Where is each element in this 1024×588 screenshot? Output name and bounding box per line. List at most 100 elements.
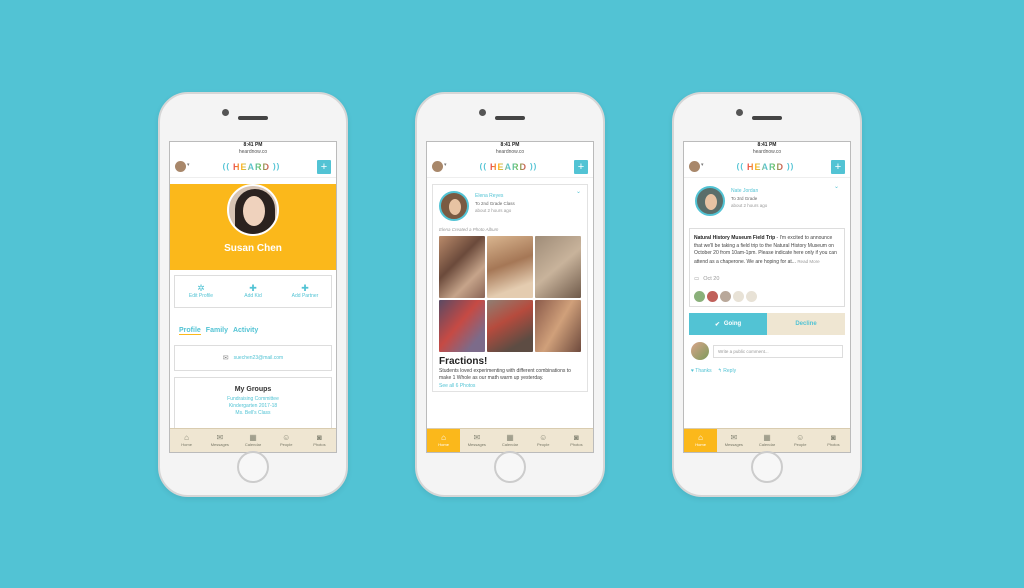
add-button[interactable]: + bbox=[830, 159, 845, 174]
logo-text: HEARD bbox=[232, 161, 270, 172]
thanks-button[interactable]: ♥ Thanks bbox=[691, 368, 712, 374]
messages-icon: ✉ bbox=[473, 433, 481, 442]
camera-icon: ◙ bbox=[573, 433, 579, 442]
add-button[interactable]: + bbox=[316, 159, 331, 174]
group-link[interactable]: Kindergarten 2017-18 bbox=[175, 403, 331, 410]
tab-photos[interactable]: ◙ Photos bbox=[817, 429, 850, 452]
tab-calendar[interactable]: ▦ Calendar bbox=[236, 429, 269, 452]
going-button[interactable]: ✔ Going bbox=[689, 313, 767, 335]
tab-home[interactable]: ⌂ Home bbox=[684, 429, 718, 452]
author-avatar[interactable] bbox=[439, 191, 469, 221]
post-body: Students loved experimenting with differ… bbox=[439, 368, 571, 381]
group-link[interactable]: Fundraising Committee bbox=[175, 396, 331, 403]
decline-button[interactable]: Decline bbox=[767, 313, 845, 335]
add-partner-button[interactable]: ✚ Add Partner bbox=[279, 276, 331, 307]
attendee-avatar[interactable] bbox=[720, 291, 731, 302]
tab-profile[interactable]: Profile bbox=[179, 327, 201, 335]
post-time: about 2 hours ago bbox=[475, 208, 512, 213]
status-url: heardnow.co bbox=[238, 149, 268, 155]
tab-label: Photos bbox=[827, 442, 840, 447]
tab-activity[interactable]: Activity bbox=[233, 327, 258, 335]
photo-grid bbox=[439, 236, 581, 352]
profile-header: Susan Chen bbox=[170, 184, 336, 270]
home-button[interactable] bbox=[237, 451, 269, 483]
add-button[interactable]: + bbox=[573, 159, 588, 174]
wave-right-icon: )) bbox=[787, 162, 795, 171]
plus-icon: ✚ bbox=[301, 283, 309, 293]
photo-thumbnail[interactable] bbox=[487, 236, 533, 298]
tab-messages[interactable]: ✉ Messages bbox=[203, 429, 236, 452]
front-camera bbox=[736, 109, 743, 116]
checkmark-icon: ✔ bbox=[714, 321, 720, 328]
post-title: Fractions! bbox=[439, 356, 488, 367]
status-time: 8:41 PM bbox=[243, 142, 263, 148]
photo-thumbnail[interactable] bbox=[535, 300, 581, 352]
attendee-placeholder bbox=[733, 291, 744, 302]
email-row: ✉ suechen23@mail.com bbox=[174, 345, 332, 371]
tab-label: Messages bbox=[724, 442, 743, 447]
reply-icon: ↰ bbox=[717, 368, 722, 374]
add-kid-button[interactable]: ✚ Add Kid bbox=[227, 276, 279, 307]
photo-thumbnail[interactable] bbox=[535, 236, 581, 298]
author-name[interactable]: Elena Reyes bbox=[475, 193, 515, 200]
user-menu-avatar[interactable] bbox=[432, 161, 447, 172]
tab-people[interactable]: ☺ People bbox=[784, 429, 817, 452]
tab-label: Calendar bbox=[758, 442, 776, 447]
tab-calendar[interactable]: ▦ Calendar bbox=[493, 429, 526, 452]
attendee-avatar[interactable] bbox=[707, 291, 718, 302]
profile-tabs: Profile Family Activity bbox=[170, 313, 336, 335]
add-kid-label: Add Kid bbox=[244, 293, 262, 299]
tab-photos[interactable]: ◙ Photos bbox=[560, 429, 593, 452]
wave-left-icon: (( bbox=[736, 162, 744, 171]
edit-profile-button[interactable]: ✲ Edit Profile bbox=[175, 276, 227, 307]
see-all-photos-link[interactable]: See all 6 Photos bbox=[433, 381, 587, 391]
tab-home[interactable]: ⌂ Home bbox=[427, 429, 461, 452]
comment-input[interactable]: Write a public comment... bbox=[713, 344, 843, 358]
top-bar: (( HEARD )) + bbox=[427, 156, 593, 178]
email-link[interactable]: suechen23@mail.com bbox=[234, 355, 284, 361]
user-menu-avatar[interactable] bbox=[175, 161, 190, 172]
status-bar: 8:41 PM heardnow.co bbox=[170, 142, 336, 156]
heard-logo: (( HEARD )) bbox=[480, 162, 538, 172]
photo-thumbnail[interactable] bbox=[439, 300, 485, 352]
status-url: heardnow.co bbox=[752, 149, 782, 155]
post-meta: Nate Jordan To 3rd Grade about 2 hours a… bbox=[731, 186, 767, 216]
author-name[interactable]: Nate Jordan bbox=[731, 188, 767, 195]
reply-button[interactable]: ↰ Reply bbox=[718, 368, 736, 374]
photo-thumbnail[interactable] bbox=[439, 236, 485, 298]
tab-messages[interactable]: ✉ Messages bbox=[717, 429, 750, 452]
event-description: Natural History Museum Field Trip - I'm … bbox=[694, 235, 840, 266]
home-button[interactable] bbox=[751, 451, 783, 483]
tab-messages[interactable]: ✉ Messages bbox=[460, 429, 493, 452]
chevron-down-icon[interactable]: ⌄ bbox=[576, 188, 581, 195]
people-icon: ☺ bbox=[539, 433, 548, 442]
comment-row: Write a public comment... bbox=[691, 342, 843, 360]
tab-people[interactable]: ☺ People bbox=[527, 429, 560, 452]
tab-family[interactable]: Family bbox=[206, 327, 228, 335]
attendee-avatar[interactable] bbox=[694, 291, 705, 302]
profile-avatar[interactable] bbox=[227, 184, 279, 236]
group-link[interactable]: Ms. Bell's Class bbox=[175, 410, 331, 417]
tab-home[interactable]: ⌂ Home bbox=[170, 429, 203, 452]
tab-people[interactable]: ☺ People bbox=[270, 429, 303, 452]
tab-calendar[interactable]: ▦ Calendar bbox=[750, 429, 783, 452]
heard-logo: (( HEARD )) bbox=[737, 162, 795, 172]
gear-icon: ✲ bbox=[197, 283, 205, 293]
profile-name: Susan Chen bbox=[224, 243, 282, 254]
tab-label: Calendar bbox=[501, 442, 519, 447]
chevron-down-icon[interactable]: ⌄ bbox=[834, 183, 839, 190]
author-avatar[interactable] bbox=[695, 186, 725, 216]
post-time: about 2 hours ago bbox=[731, 203, 768, 208]
user-menu-avatar[interactable] bbox=[689, 161, 704, 172]
status-url: heardnow.co bbox=[495, 149, 525, 155]
event-title: Natural History Museum Field Trip bbox=[694, 235, 776, 241]
read-more-link[interactable]: Read More bbox=[797, 259, 819, 264]
tab-photos[interactable]: ◙ Photos bbox=[303, 429, 336, 452]
album-note: Elena Created a Photo Album bbox=[439, 227, 499, 232]
photo-thumbnail[interactable] bbox=[487, 300, 533, 352]
going-label: Going bbox=[723, 321, 742, 327]
tab-label: Calendar bbox=[244, 442, 262, 447]
home-button[interactable] bbox=[494, 451, 526, 483]
wave-right-icon: )) bbox=[530, 162, 538, 171]
attendee-list bbox=[694, 291, 840, 302]
